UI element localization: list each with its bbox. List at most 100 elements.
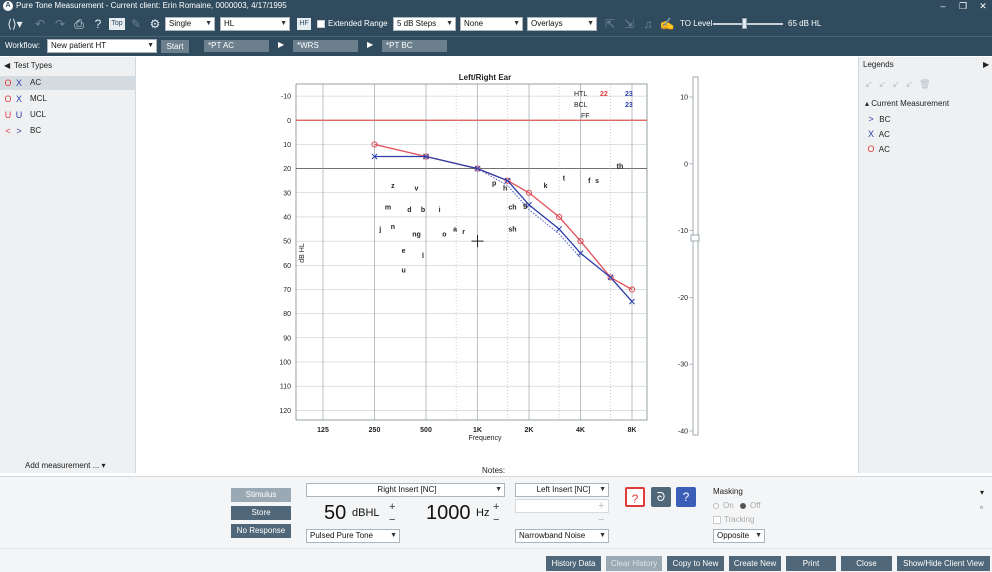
legend-tools-icons: ↙↙↙↙🗑 xyxy=(865,79,937,89)
edit-icon[interactable]: ✍ xyxy=(659,16,675,32)
store-button[interactable]: Store xyxy=(231,506,291,520)
settings-gear-icon[interactable]: ⚙ xyxy=(147,16,163,32)
masking-mode-select[interactable]: Opposite ▼ xyxy=(713,529,765,543)
masking-minus-button[interactable]: − xyxy=(598,515,604,526)
import-icon[interactable]: ⇲ xyxy=(621,16,637,32)
extended-range-checkbox[interactable] xyxy=(317,20,325,28)
title-bar: A Pure Tone Measurement - Current client… xyxy=(0,0,992,12)
speech-letter: th xyxy=(617,164,624,171)
left-ucl-symbol-icon: U xyxy=(15,110,23,120)
redo-icon[interactable]: ↷ xyxy=(52,16,68,32)
legend-section[interactable]: ▴ Current Measurement xyxy=(865,99,949,108)
speech-letter: g xyxy=(523,202,527,209)
speech-letter: n xyxy=(391,224,395,231)
level-minus-button[interactable]: − xyxy=(389,515,395,526)
bcl-label: BCL xyxy=(574,102,588,109)
workflow-arrow-icon: ▶ xyxy=(367,40,374,49)
workflow-arrow-icon: ▶ xyxy=(278,40,285,49)
create-new-button[interactable]: Create New xyxy=(729,556,781,571)
x-tick-label: 250 xyxy=(369,427,381,434)
close-window-icon[interactable]: ✕ xyxy=(973,0,992,12)
undo-icon[interactable]: ↶ xyxy=(32,16,48,32)
close-button[interactable]: Close xyxy=(841,556,892,571)
y-tick-label: 120 xyxy=(279,408,291,415)
left-ear-icon[interactable]: ? xyxy=(676,487,696,507)
nav-arrows-icon[interactable]: ⟨⟩▾ xyxy=(4,16,26,32)
htl-left-value: 23 xyxy=(625,91,633,98)
add-measurement-button[interactable]: Add measurement ... ▾ xyxy=(25,461,106,470)
expand-panel-icon[interactable]: ▾ xyxy=(980,488,984,497)
stimulus-type-select[interactable]: Pulsed Pure Tone ▼ xyxy=(306,529,400,543)
frequency-minus-button[interactable]: − xyxy=(493,515,499,526)
minimize-icon[interactable]: – xyxy=(933,0,953,12)
level-plus-button[interactable]: + xyxy=(389,502,395,513)
history-data-button[interactable]: History Data xyxy=(546,556,601,571)
scale-select[interactable]: HL ▼ xyxy=(220,17,290,31)
test-type-ucl[interactable]: U U UCL xyxy=(0,108,136,122)
both-ears-icon[interactable]: ᘐ xyxy=(651,487,671,507)
workflow-step-wrs[interactable]: *WRS xyxy=(293,40,358,52)
show-hide-client-view-button[interactable]: Show/Hide Client View xyxy=(897,556,990,571)
step-select[interactable]: 5 dB Steps ▼ xyxy=(393,17,456,31)
y-tick-label: 60 xyxy=(283,263,291,270)
help-icon[interactable]: ? xyxy=(90,16,106,32)
collapse-left-icon[interactable]: ◀ xyxy=(4,59,10,73)
noise-type-select[interactable]: Narrowband Noise ▼ xyxy=(515,529,609,543)
masking-tick-label: 0 xyxy=(684,161,688,168)
masking-level-field[interactable] xyxy=(515,499,609,513)
masking-plus-button[interactable]: + xyxy=(598,501,604,512)
chart-ylabel: dB HL xyxy=(299,243,306,263)
masking-slider-thumb[interactable] xyxy=(690,234,700,242)
masking-slider-track[interactable] xyxy=(692,76,699,436)
notes-icon[interactable]: ▫ xyxy=(980,503,983,512)
clear-history-button[interactable]: Clear History xyxy=(606,556,662,571)
print-button[interactable]: Print xyxy=(786,556,836,571)
headphones-icon[interactable]: ♫ xyxy=(640,16,656,32)
top-icon[interactable]: Top xyxy=(109,18,125,30)
speech-letter: l xyxy=(422,253,424,260)
copy-to-new-button[interactable]: Copy to New xyxy=(667,556,724,571)
legend-item-ac-right: O AC xyxy=(867,144,890,154)
tools-icon[interactable]: ✎ xyxy=(128,16,144,32)
audiogram-chart[interactable]: z vph kt f sthm d b i ch gj nng oa r shelu -100102030… xyxy=(136,57,858,476)
no-response-button[interactable]: No Response xyxy=(231,524,291,538)
workflow-label: Workflow: xyxy=(5,41,40,50)
workflow-step-pt-ac[interactable]: *PT AC xyxy=(204,40,269,52)
frequency-plus-button[interactable]: + xyxy=(493,502,499,513)
test-types-header[interactable]: ◀ Test Types xyxy=(0,59,136,73)
stimulus-button[interactable]: Stimulus xyxy=(231,488,291,502)
workflow-step-pt-bc[interactable]: *PT BC xyxy=(382,40,447,52)
hf-icon[interactable]: HF xyxy=(297,18,311,30)
restore-icon[interactable]: ❐ xyxy=(953,0,973,12)
masking-on-radio[interactable] xyxy=(713,503,719,509)
plot-frame xyxy=(295,83,648,421)
collapse-right-icon[interactable]: ▶ xyxy=(983,60,989,69)
tracking-checkbox[interactable] xyxy=(713,516,721,524)
to-level-slider-thumb[interactable] xyxy=(741,18,747,29)
x-tick-label: 2K xyxy=(525,427,534,434)
none-select[interactable]: None ▼ xyxy=(460,17,523,31)
masking-off-radio[interactable] xyxy=(740,503,746,509)
masking-scale: 10 0 -10 -20 -30 -40 xyxy=(678,95,693,436)
overlays-select[interactable]: Overlays ▼ xyxy=(527,17,597,31)
right-ac-symbol-icon: O xyxy=(4,78,12,88)
x-tick-label: 1K xyxy=(473,427,482,434)
test-type-ac[interactable]: O X AC xyxy=(0,76,136,90)
workflow-bar: Workflow: New patient HT ▼ Start *PT AC ▶… xyxy=(0,36,992,56)
mode-select[interactable]: Single ▼ xyxy=(165,17,215,31)
right-transducer-select[interactable]: Right Insert [NC] ▼ xyxy=(306,483,505,497)
print-icon[interactable]: ⎙ xyxy=(71,16,87,32)
workflow-select[interactable]: New patient HT ▼ xyxy=(47,39,157,53)
masking-tick-label: 10 xyxy=(680,95,688,102)
right-ear-icon[interactable]: ? xyxy=(625,487,645,507)
workflow-start-button[interactable]: Start xyxy=(161,40,189,53)
test-type-mcl[interactable]: O X MCL xyxy=(0,92,136,106)
test-type-bc[interactable]: < > BC xyxy=(0,124,136,138)
left-transducer-select[interactable]: Left Insert [NC] ▼ xyxy=(515,483,609,497)
export-icon[interactable]: ⇱ xyxy=(602,16,618,32)
footer-bar: History Data Clear History Copy to New C… xyxy=(0,548,992,572)
y-tick-label: 100 xyxy=(279,359,291,366)
to-level-slider-track[interactable] xyxy=(713,23,783,25)
y-tick-label: 30 xyxy=(283,190,291,197)
left-mcl-symbol-icon: X xyxy=(15,94,22,104)
